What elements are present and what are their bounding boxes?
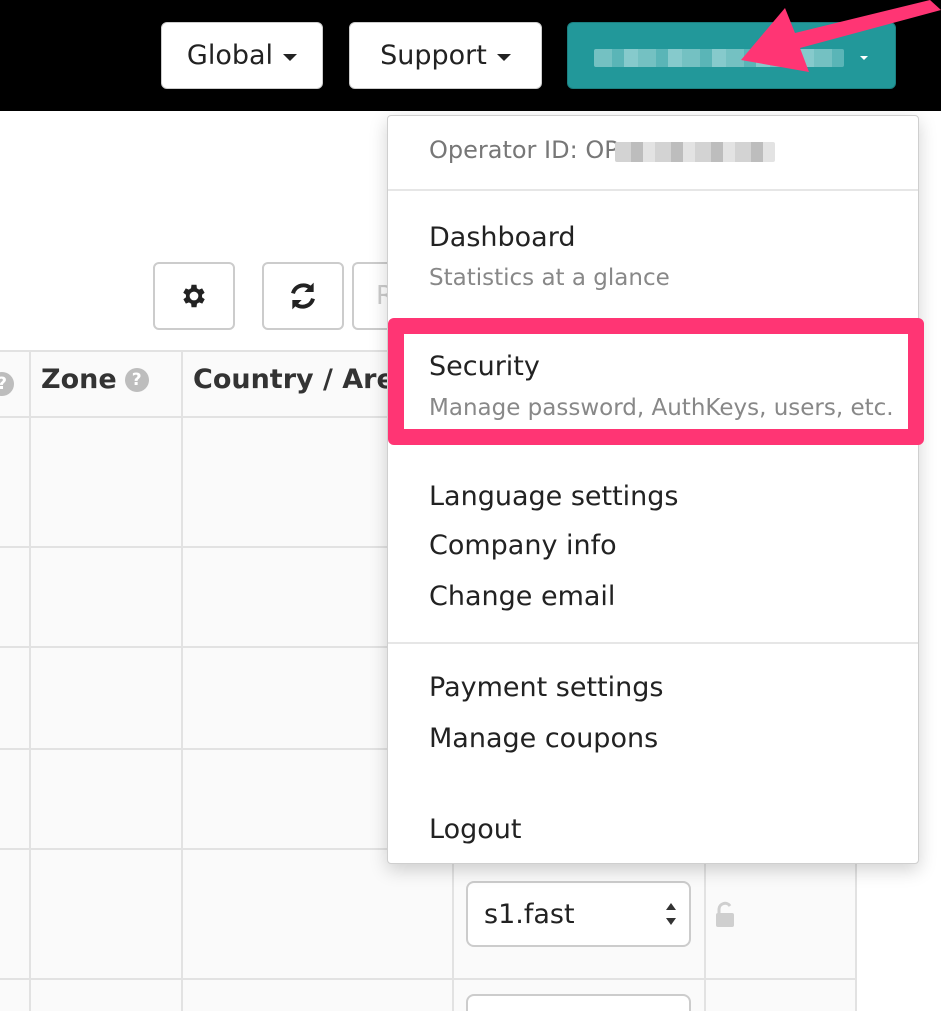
menu-item-manage-coupons[interactable]: Manage coupons — [429, 723, 658, 754]
help-icon[interactable]: ? — [124, 367, 149, 392]
table-row-border — [0, 978, 856, 980]
menu-item-dashboard[interactable]: Dashboard — [429, 222, 575, 253]
account-dropdown-menu: Operator ID: OP Dashboard Statistics at … — [387, 115, 919, 864]
caret-down-icon — [860, 56, 868, 60]
menu-item-description: Statistics at a glance — [429, 265, 670, 291]
menu-item-description: Manage password, AuthKeys, users, etc. — [429, 395, 894, 421]
menu-item-payment-settings[interactable]: Payment settings — [429, 672, 663, 703]
plan-select[interactable]: s1.fast — [466, 881, 691, 947]
plan-select[interactable] — [466, 994, 691, 1011]
menu-item-language-settings[interactable]: Language settings — [429, 481, 679, 512]
gear-icon — [183, 284, 205, 308]
table-col-border — [29, 350, 31, 1011]
column-header-country[interactable]: Country / Are — [193, 364, 395, 395]
caret-down-icon — [283, 54, 298, 61]
top-navbar: Global Support — [0, 0, 941, 111]
lock-icon[interactable] — [713, 900, 737, 930]
menu-item-company-info[interactable]: Company info — [429, 530, 617, 561]
refresh-button[interactable] — [262, 262, 344, 330]
global-menu-label: Global — [186, 40, 274, 71]
table-col-border — [181, 350, 183, 1011]
select-arrows-icon — [666, 903, 676, 925]
operator-id-label: Operator ID: OP — [429, 136, 619, 164]
menu-item-logout[interactable]: Logout — [429, 814, 521, 845]
menu-item-security[interactable]: Security — [429, 351, 540, 382]
column-header-zone[interactable]: Zone ? — [41, 364, 149, 395]
menu-divider — [388, 189, 918, 191]
column-header-label: Country / Are — [193, 364, 395, 395]
plan-select-value: s1.fast — [484, 898, 575, 930]
settings-button[interactable] — [153, 262, 235, 330]
column-header-label: Zone — [41, 364, 117, 395]
redacted-operator-id — [615, 142, 775, 162]
support-menu-button[interactable]: Support — [349, 22, 542, 89]
menu-item-change-email[interactable]: Change email — [429, 581, 615, 612]
caret-down-icon — [496, 54, 511, 61]
account-menu-button[interactable] — [567, 22, 896, 89]
app-window: ? Zone ? Country / Are R s1.fast Global — [0, 0, 941, 1011]
redacted-account-name — [594, 49, 844, 67]
refresh-icon — [291, 282, 315, 310]
global-menu-button[interactable]: Global — [161, 22, 323, 89]
support-menu-label: Support — [380, 40, 487, 71]
menu-divider — [388, 642, 918, 644]
